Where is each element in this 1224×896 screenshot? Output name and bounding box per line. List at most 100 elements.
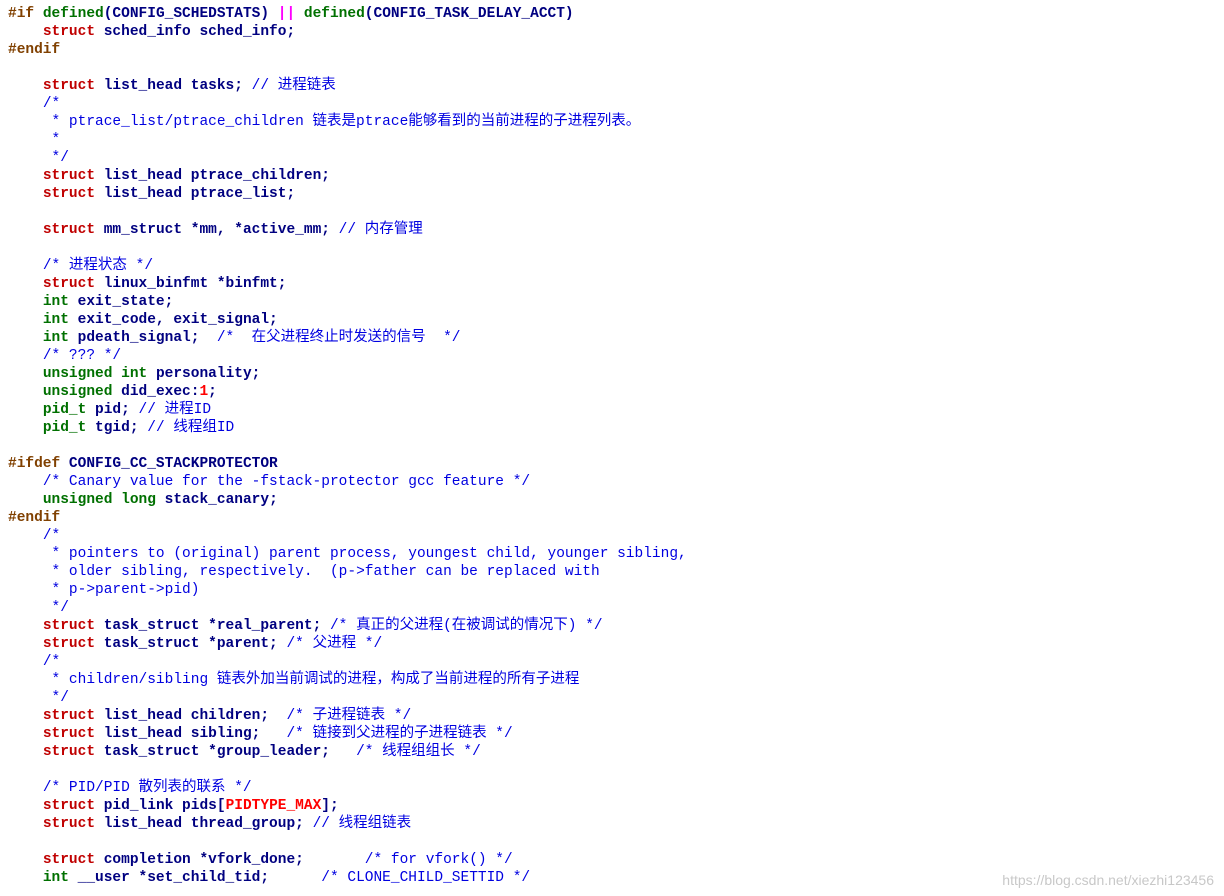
comment-token: /* 进程状态 */	[42, 258, 154, 274]
code-line: struct completion *vfork_done; /* for vf…	[0, 851, 1224, 869]
code-line: struct task_struct *real_parent; /* 真正的父…	[0, 617, 1224, 635]
comment-token: */	[51, 150, 69, 166]
code-line: struct task_struct *parent; /* 父进程 */	[0, 635, 1224, 653]
comment-token: /* 链接到父进程的子进程链表 */	[286, 726, 513, 742]
code-line: unsigned long stack_canary;	[0, 491, 1224, 509]
type-token: int	[42, 330, 69, 346]
comment-token: /* 真正的父进程(在被调试的情况下) */	[329, 618, 603, 634]
preprocessor-token: #endif	[8, 42, 61, 58]
code-line: * older sibling, respectively. (p->fathe…	[0, 563, 1224, 581]
code-line: /* Canary value for the -fstack-protecto…	[0, 473, 1224, 491]
code-line: #endif	[0, 41, 1224, 59]
code-text-token: pid;	[86, 402, 139, 418]
code-line: struct pid_link pids[PIDTYPE_MAX];	[0, 797, 1224, 815]
comment-token: * children/sibling 链表外加当前调试的进程，构成了当前进程的所…	[51, 672, 580, 688]
code-line: unsigned int personality;	[0, 365, 1224, 383]
type-token: pid_t	[42, 420, 87, 436]
code-text-token: pdeath_signal;	[68, 330, 217, 346]
code-text-token: exit_state;	[68, 294, 174, 310]
comment-token: /* 在父进程终止时发送的信号 */	[216, 330, 461, 346]
type-token: defined	[42, 6, 104, 22]
code-line: #if defined(CONFIG_SCHEDSTATS) || define…	[0, 5, 1224, 23]
code-text-token: list_head ptrace_children;	[95, 168, 330, 184]
code-line: /* 进程状态 */	[0, 257, 1224, 275]
code-text-token: (CONFIG_TASK_DELAY_ACCT)	[364, 6, 574, 22]
code-text-token: list_head tasks;	[95, 78, 252, 94]
code-text-token: list_head sibling;	[95, 726, 287, 742]
keyword-token: struct	[42, 744, 96, 760]
code-line: pid_t tgid; // 线程组ID	[0, 419, 1224, 437]
type-token: unsigned	[42, 366, 113, 382]
code-line: /* ??? */	[0, 347, 1224, 365]
comment-token: /*	[42, 654, 61, 670]
code-text-token: list_head thread_group;	[95, 816, 313, 832]
type-token: unsigned	[42, 384, 113, 400]
code-text-token: exit_code, exit_signal;	[68, 312, 278, 328]
code-text-token: tgid;	[86, 420, 148, 436]
code-line: /*	[0, 653, 1224, 671]
comment-token: */	[51, 690, 69, 706]
comment-token: /* Canary value for the -fstack-protecto…	[42, 474, 531, 490]
code-text-token: completion *vfork_done;	[95, 852, 365, 868]
code-text-token: task_struct *parent;	[95, 636, 287, 652]
keyword-token: struct	[42, 636, 96, 652]
watermark: https://blog.csdn.net/xiezhi123456	[1002, 872, 1214, 888]
preprocessor-token: #endif	[8, 510, 61, 526]
code-text-token: ];	[321, 798, 339, 814]
keyword-token: struct	[42, 798, 96, 814]
code-line: struct sched_info sched_info;	[0, 23, 1224, 41]
preprocessor-token: #if	[8, 6, 35, 22]
comment-token: * pointers to (original) parent process,…	[51, 546, 687, 562]
code-line: int pdeath_signal; /* 在父进程终止时发送的信号 */	[0, 329, 1224, 347]
code-text-token: personality;	[147, 366, 261, 382]
keyword-token: struct	[42, 618, 96, 634]
type-token: long	[121, 492, 156, 508]
comment-token: /* 父进程 */	[286, 636, 383, 652]
code-line: /* PID/PID 散列表的联系 */	[0, 779, 1224, 797]
keyword-token: struct	[42, 276, 96, 292]
type-token: int	[42, 312, 69, 328]
code-line: pid_t pid; // 进程ID	[0, 401, 1224, 419]
type-token: unsigned	[42, 492, 113, 508]
code-text-token: linux_binfmt *binfmt;	[95, 276, 287, 292]
comment-token: // 线程组链表	[312, 816, 412, 832]
code-text-token: task_struct *group_leader;	[95, 744, 357, 760]
code-view: #if defined(CONFIG_SCHEDSTATS) || define…	[0, 5, 1224, 887]
code-text-token: __user *set_child_tid;	[68, 870, 322, 886]
comment-token: /* 子进程链表 */	[286, 708, 412, 724]
code-line: struct linux_binfmt *binfmt;	[0, 275, 1224, 293]
code-line: struct list_head tasks; // 进程链表	[0, 77, 1224, 95]
code-line: /*	[0, 95, 1224, 113]
keyword-token: struct	[42, 852, 96, 868]
keyword-token: struct	[42, 708, 96, 724]
code-line: * pointers to (original) parent process,…	[0, 545, 1224, 563]
comment-token: * p->parent->pid)	[51, 582, 200, 598]
comment-token: * ptrace_list/ptrace_children 链表是ptrace能…	[51, 114, 641, 130]
code-line: struct list_head thread_group; // 线程组链表	[0, 815, 1224, 833]
